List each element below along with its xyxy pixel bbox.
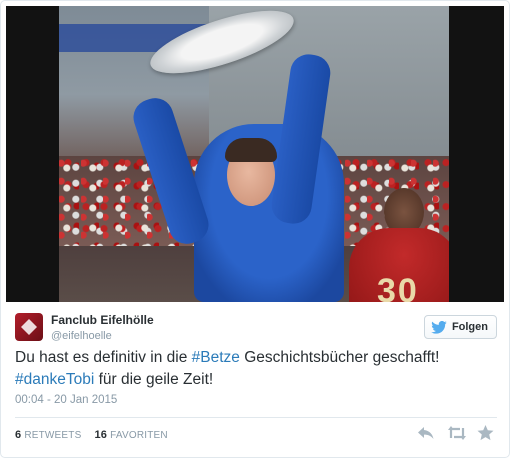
favorites-label: FAVORITEN: [110, 430, 168, 441]
retweets-count: 6: [15, 429, 22, 441]
favorites-count: 16: [94, 429, 108, 441]
author-name[interactable]: Fanclub Eifelhölle: [51, 313, 154, 327]
favorites-stat[interactable]: 16 FAVORITEN: [94, 429, 168, 441]
follow-button[interactable]: Folgen: [423, 315, 497, 339]
jersey-number: 30: [377, 272, 419, 302]
tweet-photo[interactable]: 30: [6, 6, 504, 302]
reply-icon[interactable]: [417, 425, 435, 441]
tweet-actions: [417, 425, 495, 441]
retweet-icon[interactable]: [447, 425, 466, 441]
tweet-header: Fanclub Eifelhölle @eifelhoelle Folgen: [15, 313, 497, 347]
tweet-stats: 6 RETWEETS 16 FAVORITEN: [15, 429, 178, 441]
hashtag-link[interactable]: #dankeTobi: [15, 371, 94, 388]
tweet-card: 30 Fanclub Eifelhölle @eifelhoelle Folge…: [0, 0, 510, 458]
avatar[interactable]: [15, 313, 43, 341]
tweet-timestamp[interactable]: 00:04 - 20 Jan 2015: [15, 394, 117, 406]
hashtag-link[interactable]: #Betze: [192, 349, 240, 366]
goalkeeper-photo: 30: [59, 6, 449, 302]
retweets-label: RETWEETS: [24, 430, 82, 441]
favorite-star-icon[interactable]: [477, 425, 495, 441]
retweets-stat[interactable]: 6 RETWEETS: [15, 429, 84, 441]
tweet-text: Du hast es definitiv in die #Betze Gesch…: [15, 347, 499, 391]
tweet-text-segment: Geschichtsbücher geschafft!: [239, 349, 440, 366]
twitter-bird-icon: [431, 320, 447, 334]
tweet-text-segment: für die geile Zeit!: [94, 371, 214, 388]
author-handle[interactable]: @eifelhoelle: [51, 330, 112, 342]
follow-label: Folgen: [451, 321, 488, 333]
divider: [15, 417, 497, 418]
tweet-text-segment: Du hast es definitiv in die: [15, 349, 192, 366]
